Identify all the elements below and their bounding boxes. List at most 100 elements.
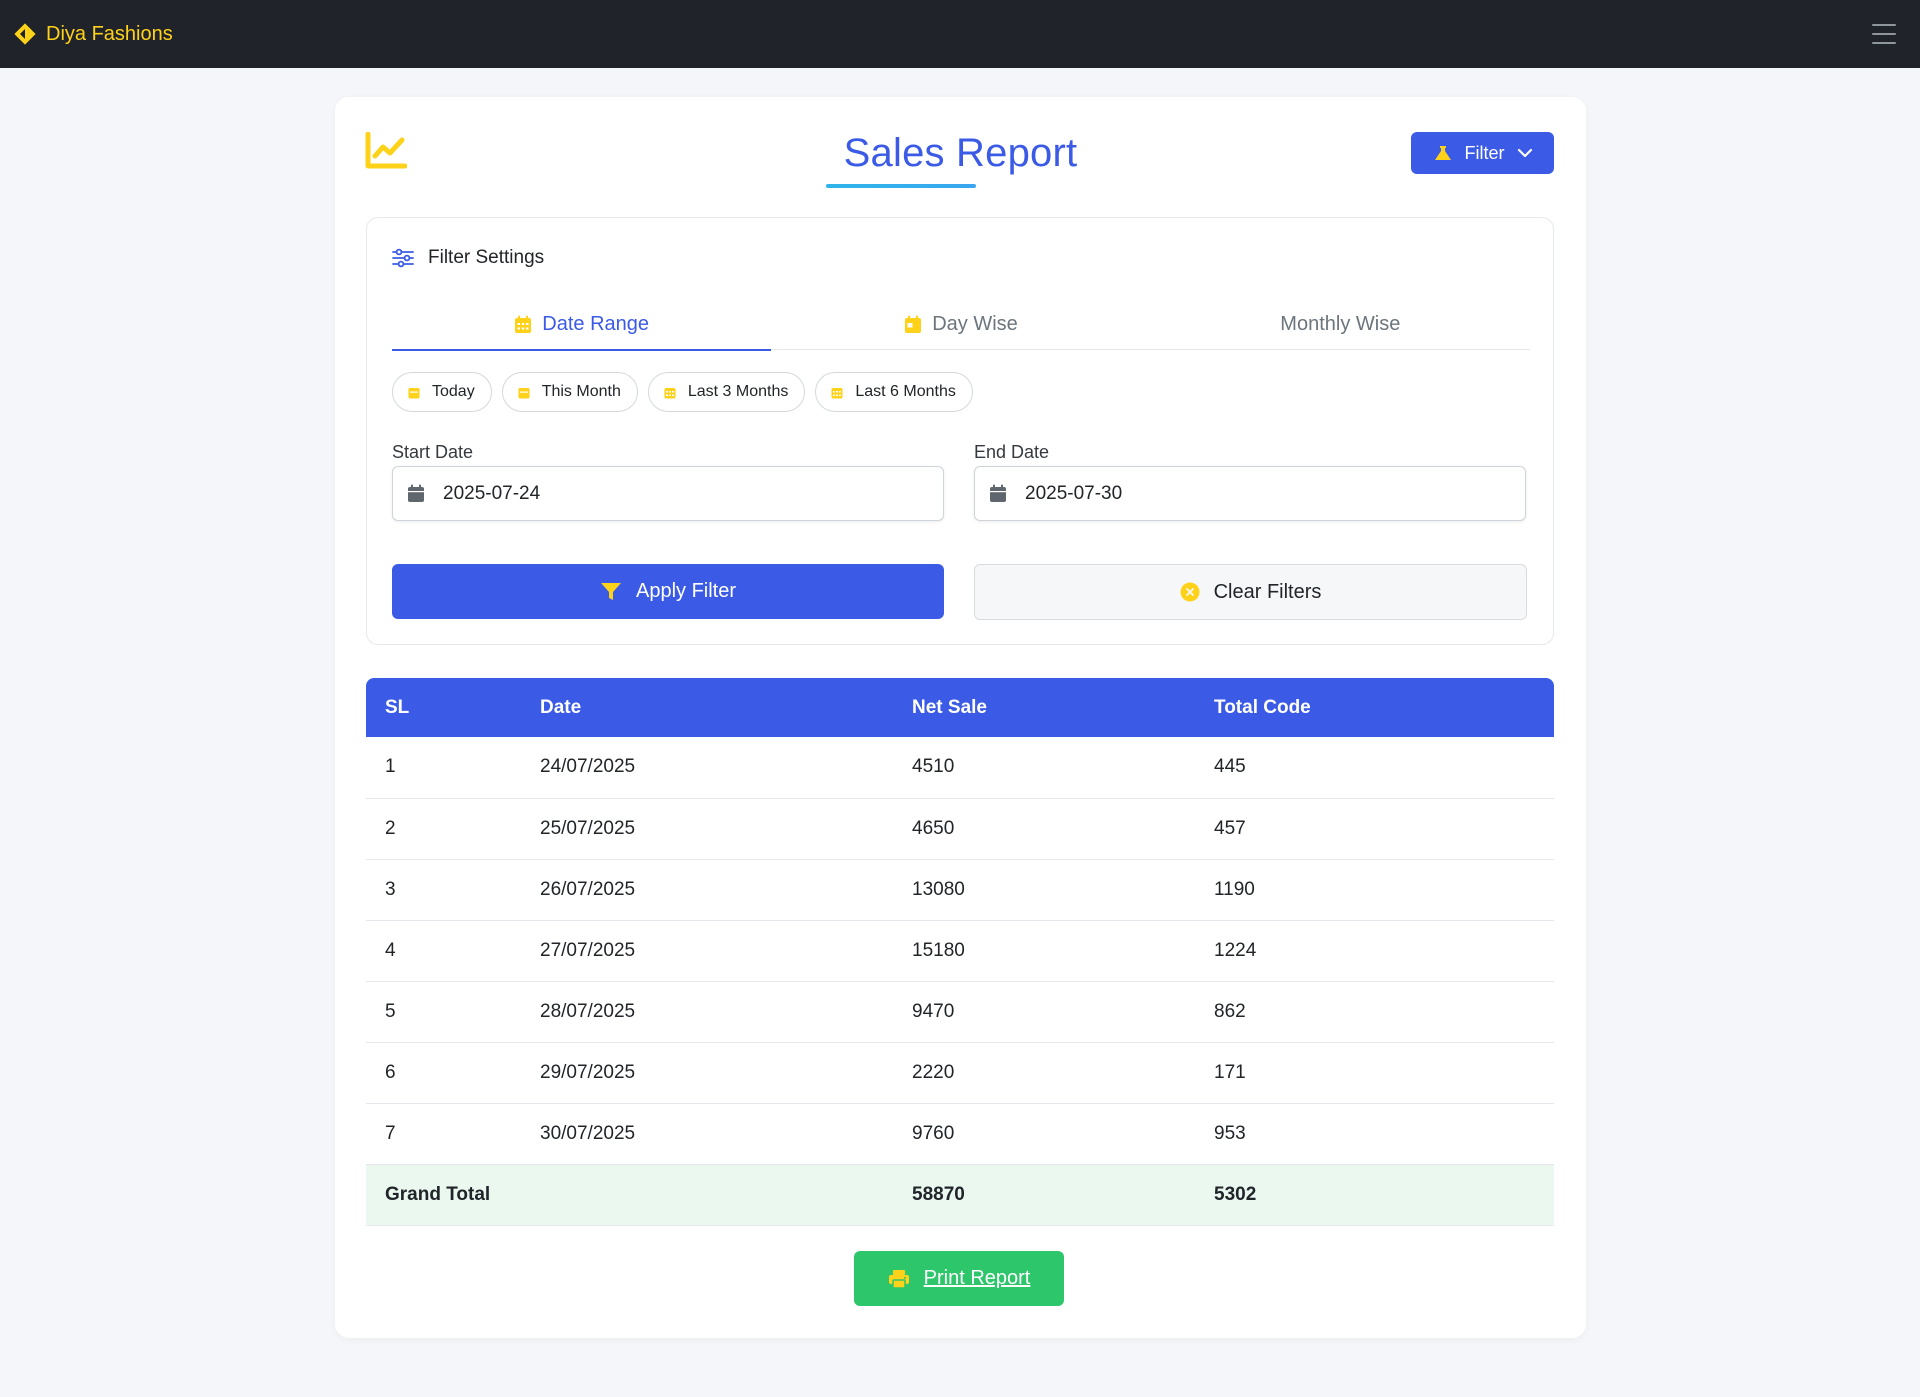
grand-total-row: Grand Total 58870 5302 <box>366 1164 1554 1226</box>
quick-range-last-3-months-button[interactable]: Last 3 Months <box>647 372 806 412</box>
quick-range-today-button[interactable]: Today <box>392 372 492 412</box>
tab-monthly-wise-label: Monthly Wise <box>1280 313 1401 335</box>
hamburger-icon[interactable] <box>1864 14 1904 54</box>
cell-date: 30/07/2025 <box>521 1103 893 1165</box>
apply-filter-label: Apply Filter <box>635 580 737 602</box>
tab-date-range-label: Date Range <box>542 313 650 335</box>
print-report-button[interactable]: Print Report <box>854 1251 1064 1306</box>
tab-day-wise-label: Day Wise <box>932 313 1018 335</box>
quick-range-this-month-button[interactable]: This Month <box>501 372 638 412</box>
table-row: 7 30/07/2025 9760 953 <box>366 1103 1554 1165</box>
cell-net-sale: 13080 <box>893 859 1195 921</box>
report-header: Sales Report Filter <box>335 97 1586 207</box>
calendar-icon <box>990 484 1006 502</box>
table-row: 5 28/07/2025 9470 862 <box>366 981 1554 1043</box>
end-date-input[interactable]: 2025-07-30 <box>974 466 1526 521</box>
brand-link[interactable]: Diya Fashions <box>14 23 173 46</box>
quick-range-last-6-months-button[interactable]: Last 6 Months <box>815 372 973 412</box>
cell-sl: 3 <box>366 859 521 921</box>
table-row: 3 26/07/2025 13080 1190 <box>366 859 1554 921</box>
table-header-row: SL Date Net Sale Total Code <box>366 678 1554 737</box>
quick-range-label: Today <box>432 383 475 400</box>
table-row: 4 27/07/2025 15180 1224 <box>366 920 1554 982</box>
calendar-day-icon <box>905 315 922 333</box>
quick-range-buttons: Today This Month Last 3 Months Last 6 Mo… <box>392 372 973 412</box>
start-date-label: Start Date <box>392 442 474 462</box>
filter-settings-heading: Filter Settings <box>392 247 544 269</box>
cell-total-code: 171 <box>1195 1042 1554 1104</box>
cell-total-code: 445 <box>1195 737 1554 799</box>
tab-date-range[interactable]: Date Range <box>392 300 772 351</box>
title-underline <box>826 184 976 188</box>
filter-tabs: Date Range Day Wise Monthly Wise <box>392 300 1530 351</box>
cell-sl: 6 <box>366 1042 521 1104</box>
cell-total-code: 953 <box>1195 1103 1554 1165</box>
cell-net-sale: 15180 <box>893 920 1195 982</box>
funnel-icon <box>600 582 621 600</box>
sales-table: SL Date Net Sale Total Code 1 24/07/2025… <box>366 678 1554 1226</box>
end-date-label: End Date <box>974 442 1050 462</box>
cell-sl: 1 <box>366 737 521 799</box>
cell-total-code: 1224 <box>1195 920 1554 982</box>
sales-table-wrapper: SL Date Net Sale Total Code 1 24/07/2025… <box>366 678 1554 1226</box>
close-circle-icon <box>1180 582 1200 602</box>
cell-date: 29/07/2025 <box>521 1042 893 1104</box>
tab-monthly-wise[interactable]: Monthly Wise <box>1151 300 1530 349</box>
filter-settings-panel: Filter Settings Date Range Day Wise Mont… <box>366 217 1554 645</box>
grand-total-total-code: 5302 <box>1195 1164 1554 1226</box>
print-report-label: Print Report <box>923 1267 1031 1289</box>
column-header-date: Date <box>540 696 582 718</box>
clear-filters-button[interactable]: Clear Filters <box>974 564 1527 620</box>
cell-net-sale: 4650 <box>893 798 1195 860</box>
quick-range-label: Last 6 Months <box>855 383 956 400</box>
report-card: Sales Report Filter Filter Settings Date… <box>335 97 1586 1338</box>
calendar-icon <box>518 387 530 398</box>
calendar-icon <box>831 387 843 398</box>
cell-net-sale: 9470 <box>893 981 1195 1043</box>
calendar-icon <box>408 484 424 502</box>
table-row: 6 29/07/2025 2220 171 <box>366 1042 1554 1104</box>
cell-sl: 7 <box>366 1103 521 1165</box>
navbar: Diya Fashions <box>0 0 1920 68</box>
cell-date: 28/07/2025 <box>521 981 893 1043</box>
cell-net-sale: 9760 <box>893 1103 1195 1165</box>
table-row: 1 24/07/2025 4510 445 <box>366 737 1554 799</box>
cell-sl: 4 <box>366 920 521 982</box>
cell-total-code: 1190 <box>1195 859 1554 921</box>
quick-range-label: This Month <box>541 383 621 400</box>
table-row: 2 25/07/2025 4650 457 <box>366 798 1554 860</box>
cell-date: 24/07/2025 <box>521 737 893 799</box>
calendar-icon <box>664 387 676 398</box>
filter-settings-title: Filter Settings <box>428 247 545 268</box>
cell-date: 26/07/2025 <box>521 859 893 921</box>
flask-icon <box>1434 146 1451 160</box>
start-date-value: 2025-07-24 <box>443 482 541 504</box>
filter-dropdown-button[interactable]: Filter <box>1411 132 1554 174</box>
clear-filters-label: Clear Filters <box>1213 580 1322 603</box>
cell-sl: 5 <box>366 981 521 1043</box>
column-header-total-code: Total Code <box>1214 696 1311 718</box>
tab-day-wise[interactable]: Day Wise <box>771 300 1150 349</box>
cell-total-code: 862 <box>1195 981 1554 1043</box>
cell-date: 27/07/2025 <box>521 920 893 982</box>
cell-net-sale: 4510 <box>893 737 1195 799</box>
diamond-sign-icon <box>14 23 36 45</box>
cell-total-code: 457 <box>1195 798 1554 860</box>
end-date-value: 2025-07-30 <box>1025 482 1123 504</box>
apply-filter-button[interactable]: Apply Filter <box>392 564 944 619</box>
chevron-down-icon <box>1517 148 1532 158</box>
brand-name: Diya Fashions <box>46 22 173 45</box>
grand-total-label: Grand Total <box>366 1164 893 1226</box>
printer-icon <box>888 1269 909 1289</box>
cell-net-sale: 2220 <box>893 1042 1195 1104</box>
start-date-input[interactable]: 2025-07-24 <box>392 466 944 521</box>
calendar-icon <box>408 387 420 398</box>
filter-button-label: Filter <box>1464 142 1505 163</box>
grand-total-net-sale: 58870 <box>893 1164 1195 1226</box>
cell-sl: 2 <box>366 798 521 860</box>
column-header-net-sale: Net Sale <box>912 696 987 718</box>
page-title: Sales Report <box>843 131 1078 175</box>
cell-date: 25/07/2025 <box>521 798 893 860</box>
sliders-icon <box>392 248 414 268</box>
quick-range-label: Last 3 Months <box>687 383 789 400</box>
